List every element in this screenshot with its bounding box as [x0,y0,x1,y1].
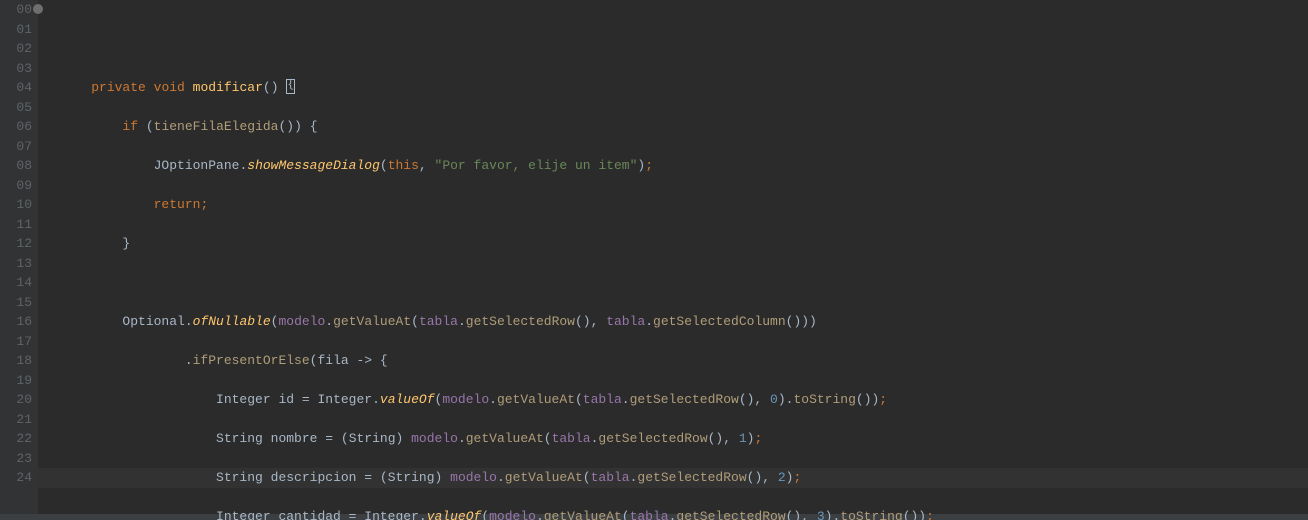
code-line[interactable]: Optional.ofNullable(modelo.getValueAt(ta… [60,312,1308,332]
line-number: 00 [0,0,32,20]
code-area[interactable]: private void modificar() { if (tieneFila… [38,0,1308,520]
line-number: 22 [0,429,32,449]
line-number: 17 [0,332,32,352]
code-line[interactable]: private void modificar() { [60,78,1308,98]
line-number: 03 [0,59,32,79]
code-line[interactable]: Integer cantidad = Integer.valueOf(model… [60,507,1308,520]
line-number: 10 [0,195,32,215]
line-number: 24 [0,468,32,488]
code-line[interactable]: if (tieneFilaElegida()) { [60,117,1308,137]
code-line[interactable]: } [60,234,1308,254]
line-number: 23 [0,449,32,469]
line-number: 21 [0,410,32,430]
folding-marker-icon[interactable]: { [286,79,295,94]
code-line[interactable]: .ifPresentOrElse(fila -> { [60,351,1308,371]
line-number: 12 [0,234,32,254]
line-number: 19 [0,371,32,391]
line-number: 15 [0,293,32,313]
line-number: 20 [0,390,32,410]
code-line[interactable]: Integer id = Integer.valueOf(modelo.getV… [60,390,1308,410]
line-number: 11 [0,215,32,235]
line-number: 14 [0,273,32,293]
line-number: 06 [0,117,32,137]
line-number: 09 [0,176,32,196]
line-number: 13 [0,254,32,274]
line-number: 04 [0,78,32,98]
line-number: 01 [0,20,32,40]
line-number: 16 [0,312,32,332]
line-number: 18 [0,351,32,371]
code-editor[interactable]: 00 01 02 03 04 05 06 07 08 09 10 11 12 1… [0,0,1308,520]
code-line[interactable]: return; [60,195,1308,215]
line-number: 08 [0,156,32,176]
code-line[interactable]: String descripcion = (String) modelo.get… [60,468,1308,488]
line-number-gutter: 00 01 02 03 04 05 06 07 08 09 10 11 12 1… [0,0,38,520]
code-line[interactable]: JOptionPane.showMessageDialog(this, "Por… [60,156,1308,176]
line-number: 07 [0,137,32,157]
line-number: 02 [0,39,32,59]
line-number: 05 [0,98,32,118]
code-line[interactable] [60,273,1308,293]
code-line[interactable]: String nombre = (String) modelo.getValue… [60,429,1308,449]
